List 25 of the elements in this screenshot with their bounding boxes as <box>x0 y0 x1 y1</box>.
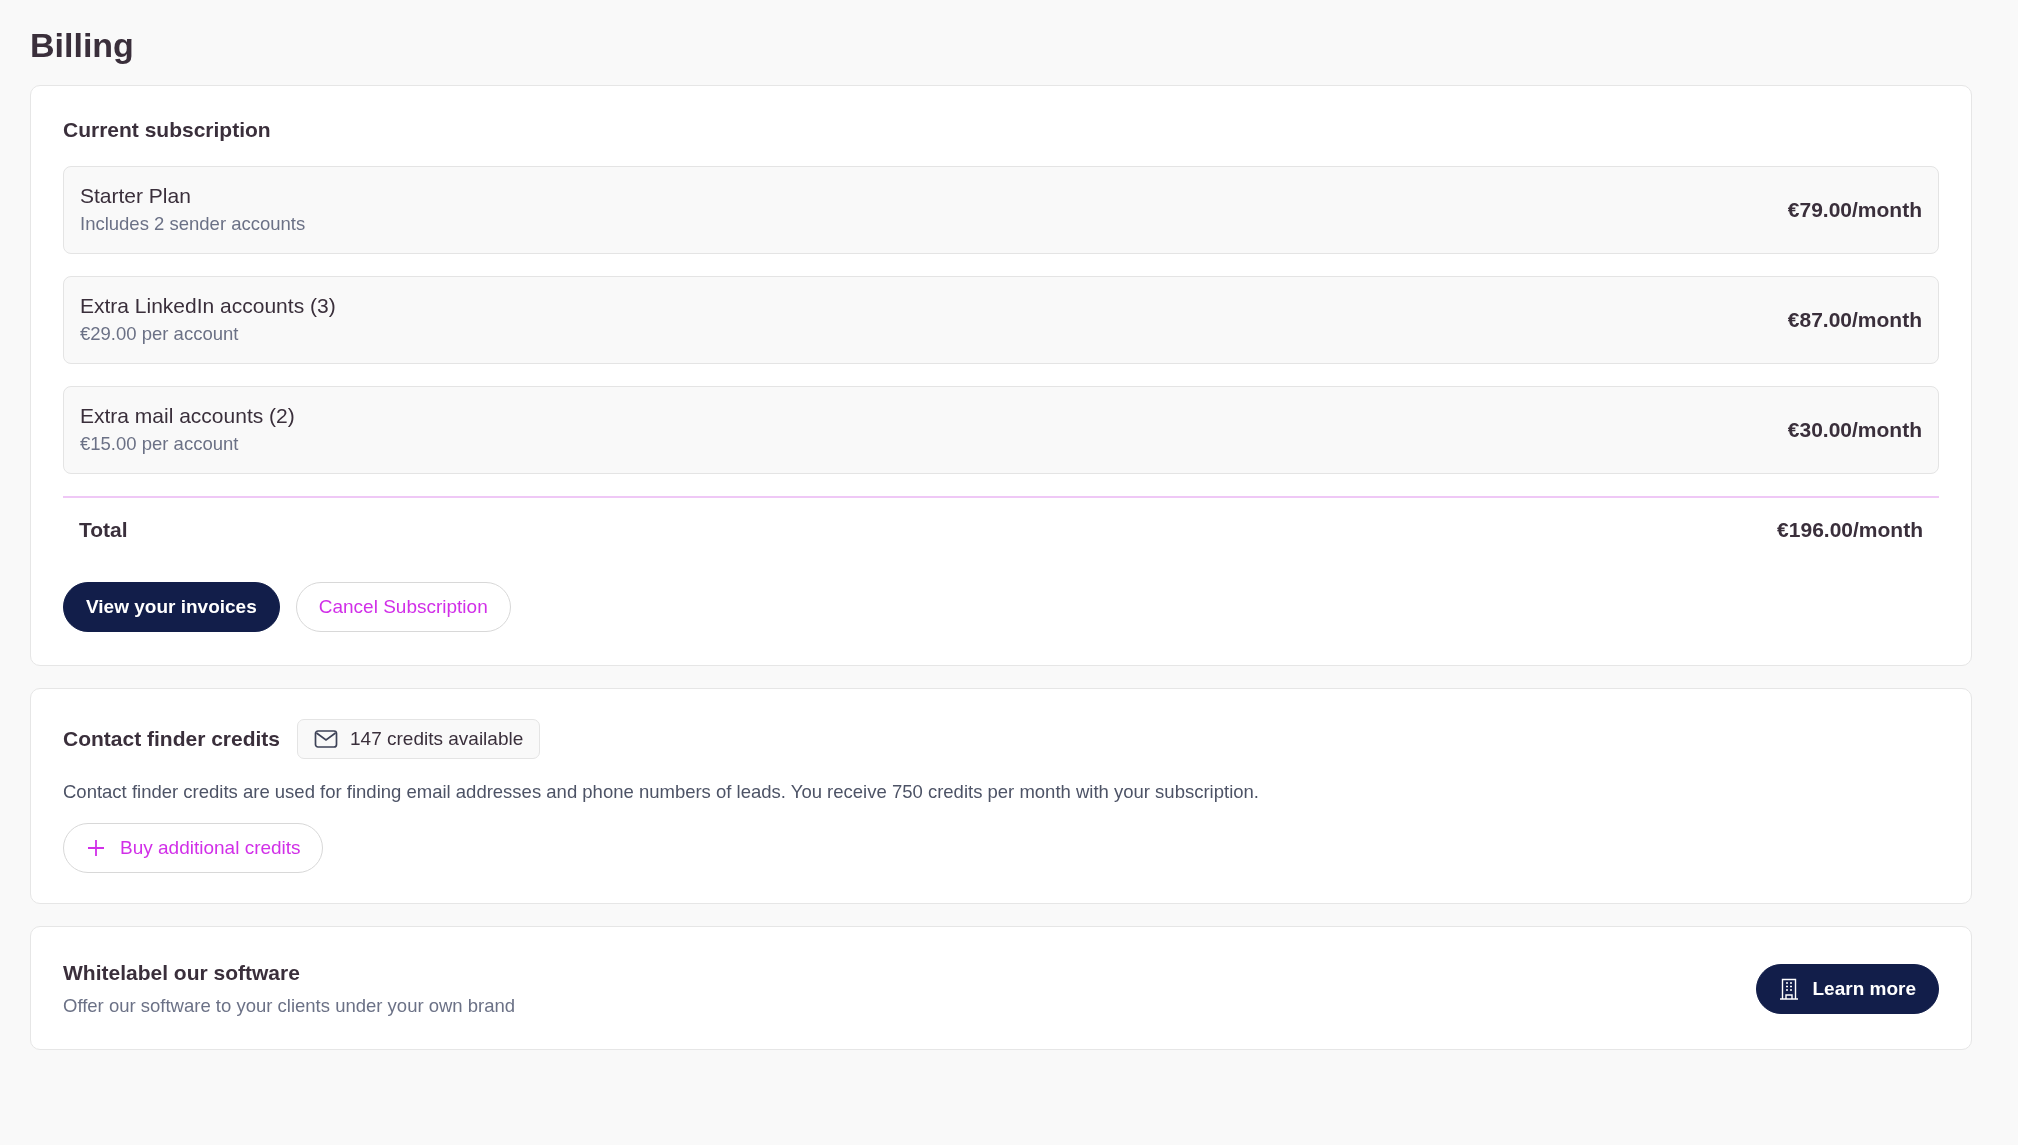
item-detail: €15.00 per account <box>80 433 240 455</box>
item-price: €79.00/month <box>1787 197 1922 222</box>
section-title: Contact finder credits <box>63 727 281 751</box>
credits-count: 147 credits available <box>350 728 524 750</box>
learn-more-button[interactable]: Learn more <box>1755 964 1939 1014</box>
section-title: Whitelabel our software <box>63 961 301 985</box>
item-name: Extra mail accounts (2) <box>80 404 295 428</box>
credits-description: Contact finder credits are used for finding email addresses and phone numbers of leads. You receive 750 credits per month with your subscription. <box>63 781 1260 803</box>
item-name: Extra LinkedIn accounts (3) <box>80 294 336 318</box>
total-price: €196.00/month <box>1777 518 1923 542</box>
total-label: Total <box>79 518 128 542</box>
item-price: €30.00/month <box>1787 417 1922 442</box>
invoices-button[interactable]: View your invoices <box>63 582 280 632</box>
page-title: Billing <box>30 26 135 65</box>
whitelabel-description: Offer our software to your clients under your own brand <box>63 995 516 1017</box>
plus-icon <box>86 838 106 858</box>
envelope-icon <box>314 729 339 749</box>
section-title: Current subscription <box>63 118 272 142</box>
item-detail: Includes 2 sender accounts <box>80 213 306 235</box>
item-detail: €29.00 per account <box>80 323 240 345</box>
cancel-button[interactable]: Cancel Subscription <box>295 582 511 632</box>
item-name: Starter Plan <box>80 184 192 208</box>
item-price: €87.00/month <box>1787 307 1922 332</box>
building-icon <box>1778 978 1799 1000</box>
buy-credits-button[interactable]: Buy additional credits <box>63 823 323 873</box>
